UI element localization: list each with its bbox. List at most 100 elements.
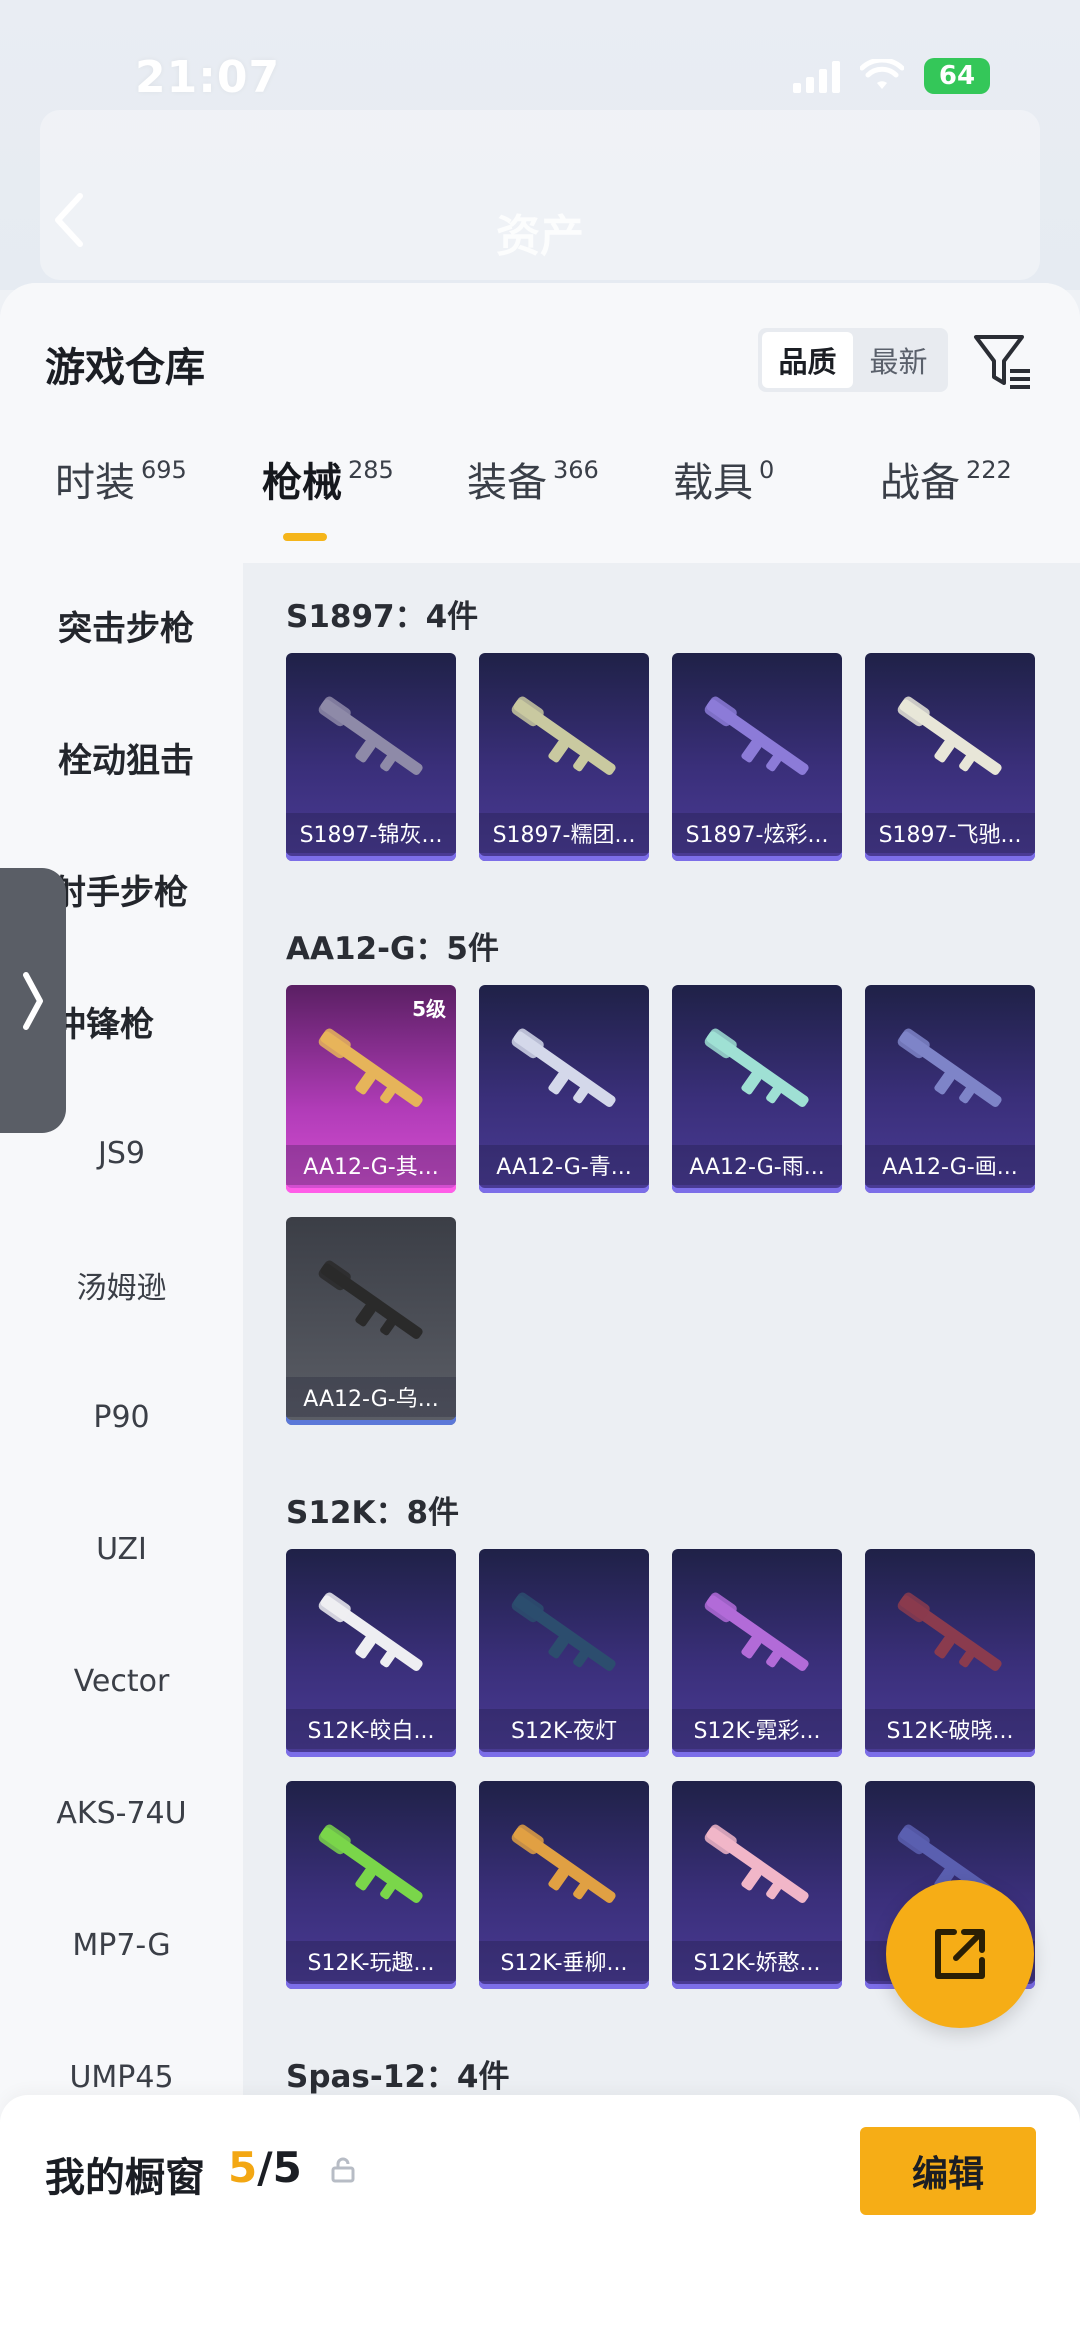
weapon-icon xyxy=(897,696,1002,775)
weapon-card[interactable]: S12K-玩趣... xyxy=(286,1781,456,1989)
weapon-card[interactable]: S1897-炫彩... xyxy=(672,653,842,861)
weapon-name: S12K-娇憨... xyxy=(672,1941,842,1981)
tab-supplies[interactable]: 战备 222 xyxy=(880,453,1012,553)
weapon-card[interactable]: S12K-夜灯 xyxy=(479,1549,649,1757)
share-icon xyxy=(935,1929,985,1979)
active-tab-underline xyxy=(283,533,327,541)
tab-firearms[interactable]: 枪械 285 xyxy=(262,453,394,553)
page-title: 游戏仓库 xyxy=(45,345,205,391)
tab-fashion[interactable]: 时装 695 xyxy=(55,453,187,553)
weapon-card[interactable]: S12K-娇憨... xyxy=(672,1781,842,1989)
group-title: S12K：8件 xyxy=(286,1495,460,1531)
weapon-card[interactable]: S12K-破晓... xyxy=(865,1549,1035,1757)
weapon-card[interactable]: AA12-G-雨... xyxy=(672,985,842,1193)
signal-icon xyxy=(793,59,840,93)
weapon-name: S12K-玩趣... xyxy=(286,1941,456,1981)
weapon-name: AA12-G-雨... xyxy=(672,1145,842,1185)
category-tabs: 时装 695 枪械 285 装备 366 载具 0 战备 222 xyxy=(0,453,1080,563)
group-title: Spas-12：4件 xyxy=(286,2059,510,2095)
category-label: 冲锋枪 xyxy=(52,1004,154,1045)
sort-toggle: 品质 最新 xyxy=(758,328,948,392)
weapon-name: S1897-锦灰... xyxy=(286,813,456,853)
share-button[interactable] xyxy=(886,1880,1034,2028)
weapon-icon xyxy=(897,1028,1002,1107)
category-label: 栓动狙击 xyxy=(58,740,194,781)
tab-count: 366 xyxy=(553,456,599,484)
group-title: AA12-G：5件 xyxy=(286,931,500,967)
wifi-icon xyxy=(860,59,904,89)
category-bolt-sniper[interactable]: 栓动狙击 xyxy=(0,717,243,797)
weapon-name: AA12-G-其... xyxy=(286,1145,456,1185)
battery-indicator: 64 xyxy=(924,58,990,94)
showcase-count: 5/5 xyxy=(228,2143,302,2192)
weapon-icon xyxy=(704,1028,809,1107)
subcategory-uzi[interactable]: UZI xyxy=(0,1509,243,1589)
status-bar: 21:07 64 资产 xyxy=(0,0,1080,290)
category-assault-rifle[interactable]: 突击步枪 xyxy=(0,585,243,665)
tab-label: 时装 xyxy=(55,460,135,506)
weapon-name: AA12-G-青... xyxy=(479,1145,649,1185)
weapon-icon xyxy=(318,1028,423,1107)
chevron-right-icon xyxy=(23,971,43,1030)
tab-label: 载具 xyxy=(673,460,753,506)
subcategory-mp7g[interactable]: MP7-G xyxy=(0,1905,243,1985)
weapon-icon xyxy=(318,1592,423,1671)
weapon-name: S12K-垂柳... xyxy=(479,1941,649,1981)
filter-icon[interactable] xyxy=(970,327,1036,393)
weapon-icon xyxy=(318,1260,423,1339)
weapon-card[interactable]: S1897-锦灰... xyxy=(286,653,456,861)
weapon-card[interactable]: AA12-G-画... xyxy=(865,985,1035,1193)
weapon-icon xyxy=(704,1592,809,1671)
warehouse-sheet: 游戏仓库 品质 最新 时装 695 枪械 285 装备 366 载具 0 战备 … xyxy=(0,283,1080,2341)
tab-count: 222 xyxy=(966,456,1012,484)
sort-option-newest[interactable]: 最新 xyxy=(853,332,944,388)
tab-count: 695 xyxy=(141,456,187,484)
weapon-card[interactable]: AA12-G-青... xyxy=(479,985,649,1193)
nav-title: 资产 xyxy=(496,211,584,262)
weapon-icon xyxy=(897,1592,1002,1671)
edit-button[interactable]: 编辑 xyxy=(860,2127,1036,2215)
tab-vehicles[interactable]: 载具 0 xyxy=(673,453,774,553)
weapon-card[interactable]: S12K-霓彩... xyxy=(672,1549,842,1757)
weapon-icon xyxy=(318,1824,423,1903)
weapon-icon xyxy=(511,696,616,775)
side-drawer-handle[interactable] xyxy=(0,868,66,1133)
weapon-card[interactable]: S12K-皎白... xyxy=(286,1549,456,1757)
unlock-icon xyxy=(331,2157,355,2183)
weapon-name: S12K-霓彩... xyxy=(672,1709,842,1749)
tab-label: 战备 xyxy=(880,460,960,506)
subcategory-p90[interactable]: P90 xyxy=(0,1377,243,1457)
status-icons: 64 xyxy=(793,58,990,94)
weapon-name: S12K-破晓... xyxy=(865,1709,1035,1749)
showcase-title: 我的橱窗 xyxy=(45,2155,205,2201)
weapon-category-list: 突击步枪 栓动狙击 射手步枪 冲锋枪 JS9 汤姆逊 P90 UZI Vecto… xyxy=(0,563,243,2341)
subcategory-vector[interactable]: Vector xyxy=(0,1641,243,1721)
tab-equipment[interactable]: 装备 366 xyxy=(467,453,599,553)
tab-label: 装备 xyxy=(467,460,547,506)
showcase-count-current: 5 xyxy=(228,2143,258,2192)
weapon-icon xyxy=(511,1824,616,1903)
sort-option-quality[interactable]: 品质 xyxy=(762,332,853,388)
weapon-card[interactable]: S12K-垂柳... xyxy=(479,1781,649,1989)
weapon-icon xyxy=(704,1824,809,1903)
weapon-card[interactable]: S1897-糯团... xyxy=(479,653,649,861)
weapon-name: S12K-夜灯 xyxy=(479,1709,649,1749)
weapon-icon xyxy=(511,1592,616,1671)
subcategory-aks74u[interactable]: AKS-74U xyxy=(0,1773,243,1853)
weapon-card[interactable]: S1897-飞驰... xyxy=(865,653,1035,861)
weapon-icon xyxy=(318,696,423,775)
subcategory-thompson[interactable]: 汤姆逊 xyxy=(0,1245,243,1325)
weapon-name: S1897-糯团... xyxy=(479,813,649,853)
weapon-name: S1897-飞驰... xyxy=(865,813,1035,853)
weapon-icon xyxy=(704,696,809,775)
showcase-count-separator: / xyxy=(257,2143,273,2192)
category-label: 突击步枪 xyxy=(58,608,194,649)
sheet-header: 游戏仓库 品质 最新 时装 695 枪械 285 装备 366 载具 0 战备 … xyxy=(0,283,1080,563)
weapon-card[interactable]: 5级 AA12-G-其... xyxy=(286,985,456,1193)
item-grid: S1897：4件 S1897-锦灰... S1897-糯团... S1897-炫彩..… xyxy=(243,563,1080,2341)
level-badge: 5级 xyxy=(412,997,446,1021)
tab-label: 枪械 xyxy=(262,460,342,506)
weapon-name: AA12-G-画... xyxy=(865,1145,1035,1185)
showcase-count-max: 5 xyxy=(272,2143,302,2192)
weapon-card[interactable]: AA12-G-乌... xyxy=(286,1217,456,1425)
